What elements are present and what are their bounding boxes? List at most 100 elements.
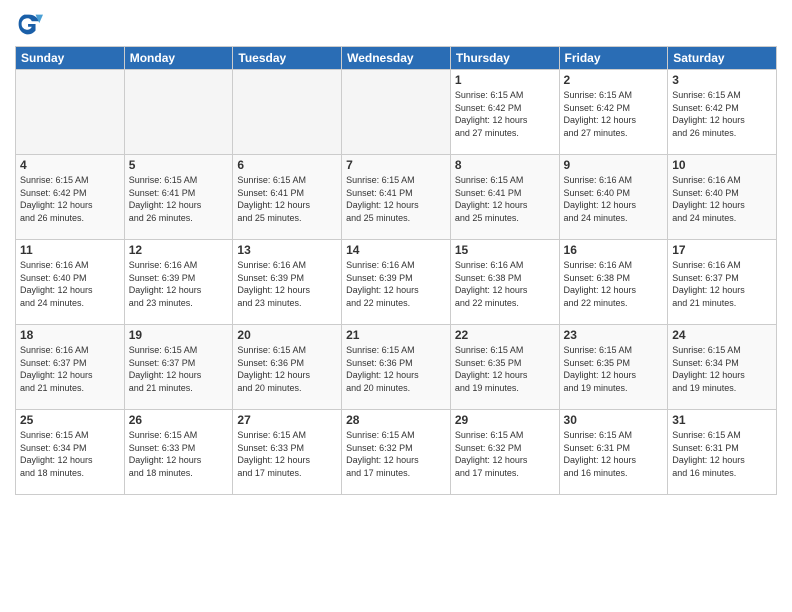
calendar-cell — [342, 70, 451, 155]
day-number: 9 — [564, 158, 664, 172]
day-info: Sunrise: 6:15 AM Sunset: 6:31 PM Dayligh… — [564, 429, 664, 479]
calendar-cell: 25 Sunrise: 6:15 AM Sunset: 6:34 PM Dayli… — [16, 410, 125, 495]
day-info: Sunrise: 6:15 AM Sunset: 6:41 PM Dayligh… — [346, 174, 446, 224]
day-info: Sunrise: 6:15 AM Sunset: 6:42 PM Dayligh… — [672, 89, 772, 139]
day-info: Sunrise: 6:15 AM Sunset: 6:31 PM Dayligh… — [672, 429, 772, 479]
calendar-cell: 7 Sunrise: 6:15 AM Sunset: 6:41 PM Daylig… — [342, 155, 451, 240]
day-number: 11 — [20, 243, 120, 257]
day-number: 4 — [20, 158, 120, 172]
day-number: 15 — [455, 243, 555, 257]
day-number: 19 — [129, 328, 229, 342]
calendar-cell: 26 Sunrise: 6:15 AM Sunset: 6:33 PM Dayli… — [124, 410, 233, 495]
calendar-cell: 14Sunrise: 6:16 AM Sunset: 6:39 PM Dayli… — [342, 240, 451, 325]
day-number: 13 — [237, 243, 337, 257]
day-number: 29 — [455, 413, 555, 427]
header — [15, 10, 777, 38]
day-number: 10 — [672, 158, 772, 172]
calendar-week-row: 1 Sunrise: 6:15 AM Sunset: 6:42 PM Daylig… — [16, 70, 777, 155]
calendar-cell — [233, 70, 342, 155]
calendar-week-row: 25 Sunrise: 6:15 AM Sunset: 6:34 PM Dayli… — [16, 410, 777, 495]
day-info: Sunrise: 6:16 AM Sunset: 6:38 PM Dayligh… — [564, 259, 664, 309]
calendar-cell: 20 Sunrise: 6:15 AM Sunset: 6:36 PM Dayli… — [233, 325, 342, 410]
calendar-cell: 4 Sunrise: 6:15 AM Sunset: 6:42 PM Daylig… — [16, 155, 125, 240]
day-info: Sunrise: 6:15 AM Sunset: 6:36 PM Dayligh… — [346, 344, 446, 394]
day-info: Sunrise: 6:15 AM Sunset: 6:42 PM Dayligh… — [564, 89, 664, 139]
day-number: 17 — [672, 243, 772, 257]
calendar-cell: 28Sunrise: 6:15 AM Sunset: 6:32 PM Dayli… — [342, 410, 451, 495]
calendar-header-thursday: Thursday — [450, 47, 559, 70]
day-info: Sunrise: 6:15 AM Sunset: 6:36 PM Dayligh… — [237, 344, 337, 394]
calendar-week-row: 4 Sunrise: 6:15 AM Sunset: 6:42 PM Daylig… — [16, 155, 777, 240]
day-number: 21 — [346, 328, 446, 342]
day-info: Sunrise: 6:15 AM Sunset: 6:33 PM Dayligh… — [129, 429, 229, 479]
calendar-cell: 5 Sunrise: 6:15 AM Sunset: 6:41 PM Daylig… — [124, 155, 233, 240]
calendar-header-tuesday: Tuesday — [233, 47, 342, 70]
day-number: 30 — [564, 413, 664, 427]
day-info: Sunrise: 6:16 AM Sunset: 6:39 PM Dayligh… — [346, 259, 446, 309]
day-info: Sunrise: 6:16 AM Sunset: 6:40 PM Dayligh… — [564, 174, 664, 224]
logo-icon — [15, 10, 43, 38]
day-number: 20 — [237, 328, 337, 342]
day-info: Sunrise: 6:16 AM Sunset: 6:37 PM Dayligh… — [20, 344, 120, 394]
day-info: Sunrise: 6:16 AM Sunset: 6:37 PM Dayligh… — [672, 259, 772, 309]
calendar-cell: 29 Sunrise: 6:15 AM Sunset: 6:32 PM Dayli… — [450, 410, 559, 495]
logo — [15, 10, 45, 38]
day-info: Sunrise: 6:15 AM Sunset: 6:41 PM Dayligh… — [455, 174, 555, 224]
calendar-cell: 6 Sunrise: 6:15 AM Sunset: 6:41 PM Daylig… — [233, 155, 342, 240]
calendar-cell: 8Sunrise: 6:15 AM Sunset: 6:41 PM Daylig… — [450, 155, 559, 240]
day-number: 22 — [455, 328, 555, 342]
calendar-cell: 24Sunrise: 6:15 AM Sunset: 6:34 PM Dayli… — [668, 325, 777, 410]
day-number: 3 — [672, 73, 772, 87]
day-number: 31 — [672, 413, 772, 427]
day-number: 5 — [129, 158, 229, 172]
day-number: 25 — [20, 413, 120, 427]
day-info: Sunrise: 6:16 AM Sunset: 6:39 PM Dayligh… — [237, 259, 337, 309]
day-info: Sunrise: 6:15 AM Sunset: 6:34 PM Dayligh… — [672, 344, 772, 394]
day-number: 7 — [346, 158, 446, 172]
calendar-cell: 27Sunrise: 6:15 AM Sunset: 6:33 PM Dayli… — [233, 410, 342, 495]
day-info: Sunrise: 6:16 AM Sunset: 6:39 PM Dayligh… — [129, 259, 229, 309]
day-info: Sunrise: 6:15 AM Sunset: 6:35 PM Dayligh… — [455, 344, 555, 394]
day-number: 6 — [237, 158, 337, 172]
day-number: 12 — [129, 243, 229, 257]
day-info: Sunrise: 6:15 AM Sunset: 6:41 PM Dayligh… — [129, 174, 229, 224]
calendar-cell: 21 Sunrise: 6:15 AM Sunset: 6:36 PM Dayli… — [342, 325, 451, 410]
calendar-cell: 2 Sunrise: 6:15 AM Sunset: 6:42 PM Daylig… — [559, 70, 668, 155]
calendar-header-saturday: Saturday — [668, 47, 777, 70]
calendar-cell: 17 Sunrise: 6:16 AM Sunset: 6:37 PM Dayli… — [668, 240, 777, 325]
day-info: Sunrise: 6:15 AM Sunset: 6:34 PM Dayligh… — [20, 429, 120, 479]
calendar-header-friday: Friday — [559, 47, 668, 70]
calendar-cell: 1Sunrise: 6:15 AM Sunset: 6:42 PM Daylig… — [450, 70, 559, 155]
day-number: 26 — [129, 413, 229, 427]
day-info: Sunrise: 6:15 AM Sunset: 6:37 PM Dayligh… — [129, 344, 229, 394]
day-info: Sunrise: 6:15 AM Sunset: 6:35 PM Dayligh… — [564, 344, 664, 394]
day-info: Sunrise: 6:15 AM Sunset: 6:42 PM Dayligh… — [20, 174, 120, 224]
calendar-week-row: 11 Sunrise: 6:16 AM Sunset: 6:40 PM Dayli… — [16, 240, 777, 325]
day-info: Sunrise: 6:15 AM Sunset: 6:32 PM Dayligh… — [455, 429, 555, 479]
day-number: 1 — [455, 73, 555, 87]
page: SundayMondayTuesdayWednesdayThursdayFrid… — [0, 0, 792, 612]
day-info: Sunrise: 6:15 AM Sunset: 6:41 PM Dayligh… — [237, 174, 337, 224]
calendar-header-row: SundayMondayTuesdayWednesdayThursdayFrid… — [16, 47, 777, 70]
calendar-cell: 3 Sunrise: 6:15 AM Sunset: 6:42 PM Daylig… — [668, 70, 777, 155]
calendar-cell: 22 Sunrise: 6:15 AM Sunset: 6:35 PM Dayli… — [450, 325, 559, 410]
day-info: Sunrise: 6:15 AM Sunset: 6:32 PM Dayligh… — [346, 429, 446, 479]
day-number: 2 — [564, 73, 664, 87]
calendar-header-sunday: Sunday — [16, 47, 125, 70]
calendar-header-monday: Monday — [124, 47, 233, 70]
calendar-cell: 19 Sunrise: 6:15 AM Sunset: 6:37 PM Dayli… — [124, 325, 233, 410]
day-info: Sunrise: 6:16 AM Sunset: 6:40 PM Dayligh… — [20, 259, 120, 309]
calendar-week-row: 18Sunrise: 6:16 AM Sunset: 6:37 PM Dayli… — [16, 325, 777, 410]
calendar-header-wednesday: Wednesday — [342, 47, 451, 70]
calendar-cell: 18Sunrise: 6:16 AM Sunset: 6:37 PM Dayli… — [16, 325, 125, 410]
day-number: 27 — [237, 413, 337, 427]
calendar-cell: 23 Sunrise: 6:15 AM Sunset: 6:35 PM Dayli… — [559, 325, 668, 410]
calendar-cell: 10Sunrise: 6:16 AM Sunset: 6:40 PM Dayli… — [668, 155, 777, 240]
calendar-table: SundayMondayTuesdayWednesdayThursdayFrid… — [15, 46, 777, 495]
calendar-cell — [16, 70, 125, 155]
calendar-cell — [124, 70, 233, 155]
calendar-cell: 15 Sunrise: 6:16 AM Sunset: 6:38 PM Dayli… — [450, 240, 559, 325]
day-info: Sunrise: 6:16 AM Sunset: 6:38 PM Dayligh… — [455, 259, 555, 309]
calendar-cell: 16Sunrise: 6:16 AM Sunset: 6:38 PM Dayli… — [559, 240, 668, 325]
day-number: 23 — [564, 328, 664, 342]
